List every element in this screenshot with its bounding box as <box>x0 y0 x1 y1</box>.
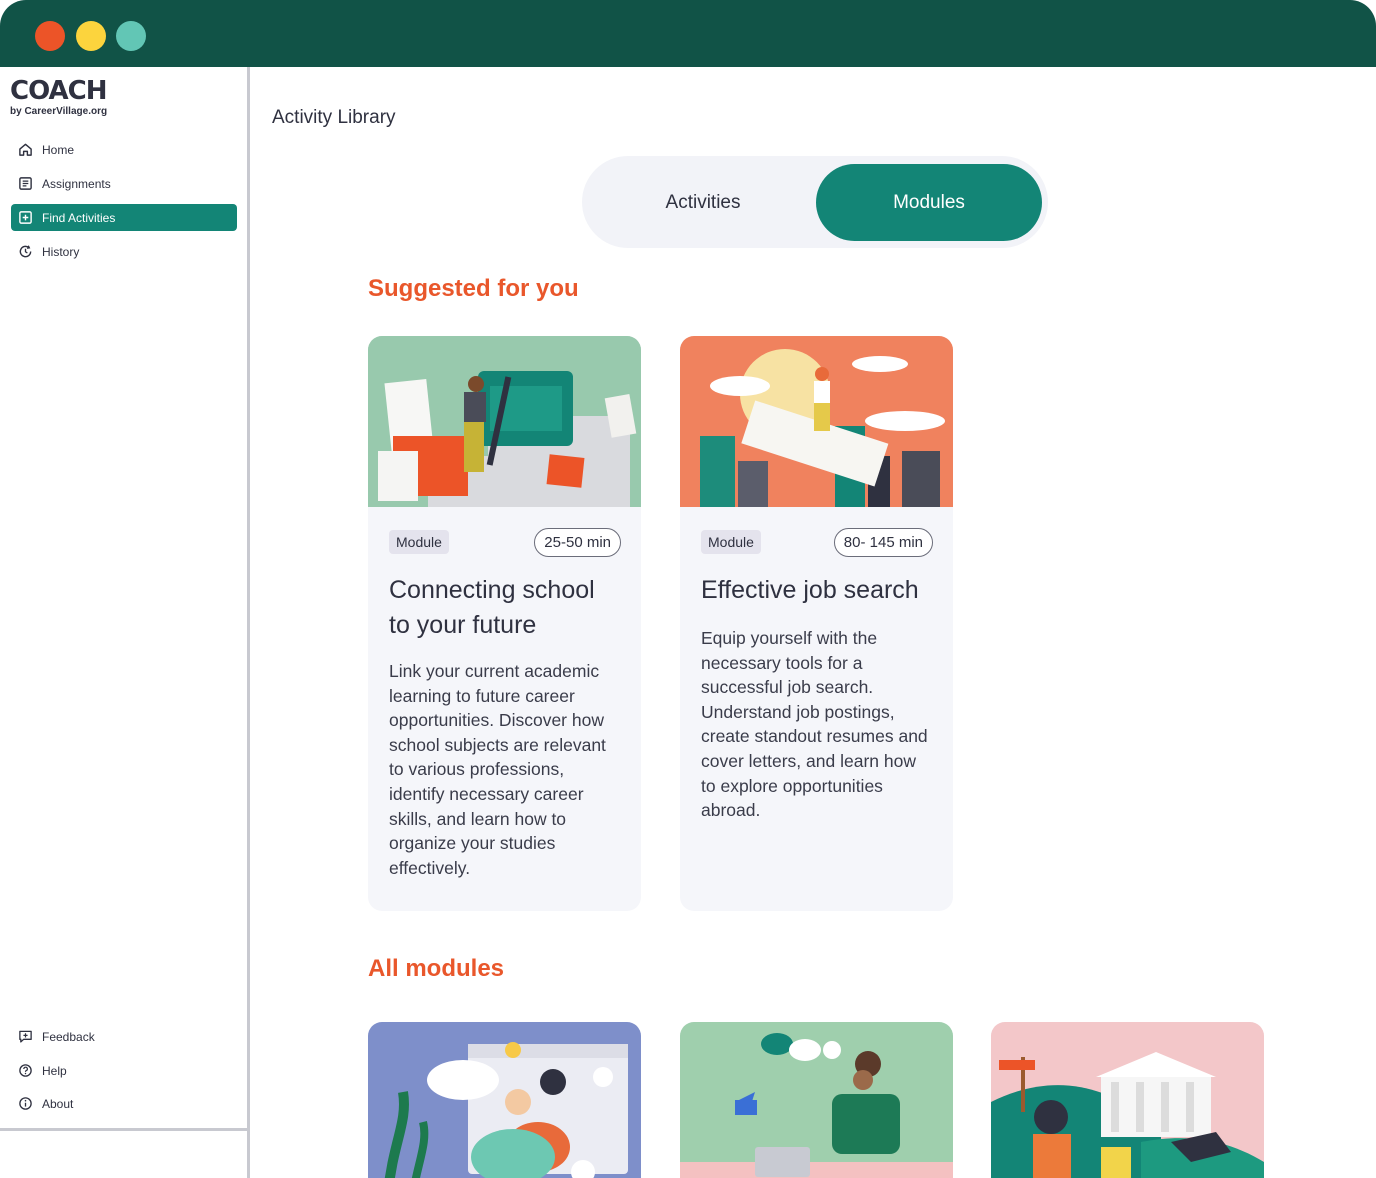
module-card-description: Link your current academic learning to f… <box>389 661 606 878</box>
sidebar-item-home[interactable]: Home <box>11 136 237 163</box>
sidebar-item-label: About <box>42 1096 74 1111</box>
main-content: Activity Library Activities Modules Sugg… <box>250 67 1376 1178</box>
module-card[interactable]: Module 80- 145 min Effective job search … <box>680 336 953 911</box>
info-icon <box>17 1096 33 1112</box>
maximize-window-button[interactable] <box>116 21 146 51</box>
sidebar-item-about[interactable]: About <box>11 1090 237 1117</box>
assignments-icon <box>17 176 33 192</box>
sidebar-item-label: Assignments <box>42 176 111 191</box>
tab-activities[interactable]: Activities <box>590 164 816 241</box>
help-icon <box>17 1063 33 1079</box>
tab-modules[interactable]: Modules <box>816 164 1042 241</box>
module-card[interactable] <box>368 1022 641 1178</box>
module-tag: Module <box>389 530 449 554</box>
suggested-heading: Suggested for you <box>368 275 579 302</box>
duration-badge: 80- 145 min <box>833 527 933 557</box>
history-icon <box>17 244 33 260</box>
module-card-illustration <box>368 336 641 507</box>
sidebar-item-label: Find Activities <box>42 210 116 225</box>
library-view-toggle: Activities Modules <box>582 156 1048 248</box>
module-card-title: Connecting school to your future <box>389 576 595 639</box>
module-tag: Module <box>701 530 761 554</box>
close-window-button[interactable] <box>35 21 65 51</box>
sidebar-item-feedback[interactable]: Feedback <box>11 1023 237 1050</box>
module-card-description: Equip yourself with the necessary tools … <box>701 628 928 821</box>
sidebar-divider <box>0 1128 247 1131</box>
sidebar-item-label: Feedback <box>42 1029 95 1044</box>
add-box-icon <box>17 210 33 226</box>
module-card[interactable] <box>991 1022 1264 1178</box>
duration-badge: 25-50 min <box>534 527 621 557</box>
sidebar-item-help[interactable]: Help <box>11 1057 237 1084</box>
sidebar-item-label: Help <box>42 1063 67 1078</box>
module-card-illustration <box>680 336 953 507</box>
module-card-illustration <box>991 1022 1264 1178</box>
sidebar-item-history[interactable]: History <box>11 238 237 265</box>
feedback-icon <box>17 1029 33 1045</box>
page-title: Activity Library <box>272 107 396 128</box>
module-card-illustration <box>680 1022 953 1178</box>
logo-wordmark: COACH <box>10 76 107 106</box>
module-card[interactable]: Module 25-50 min Connecting school to yo… <box>368 336 641 911</box>
module-card[interactable] <box>680 1022 953 1178</box>
sidebar-item-find-activities[interactable]: Find Activities <box>11 204 237 231</box>
home-icon <box>17 142 33 158</box>
sidebar-item-label: History <box>42 244 80 259</box>
sidebar: COACH by CareerVillage.org Home Assignme… <box>0 67 250 1178</box>
minimize-window-button[interactable] <box>76 21 106 51</box>
module-card-title: Effective job search <box>701 576 919 604</box>
sidebar-item-label: Home <box>42 142 75 157</box>
window-title-bar <box>0 0 1376 67</box>
all-modules-heading: All modules <box>368 955 505 982</box>
logo-byline: by CareerVillage.org <box>10 106 108 117</box>
module-card-illustration <box>368 1022 641 1178</box>
sidebar-item-assignments[interactable]: Assignments <box>11 170 237 197</box>
coach-logo[interactable]: COACH by CareerVillage.org <box>10 77 107 117</box>
